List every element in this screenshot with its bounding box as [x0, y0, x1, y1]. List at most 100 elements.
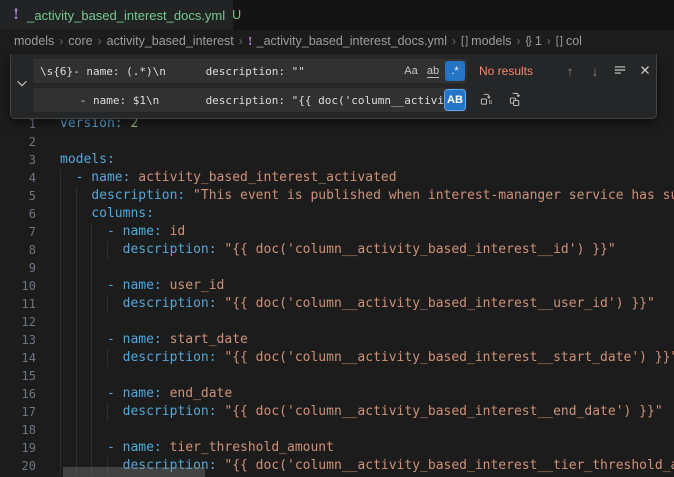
- indent-guide: [91, 295, 92, 313]
- indent-guide: [107, 349, 108, 367]
- indent-guide: [91, 349, 92, 367]
- code-line[interactable]: 4 - name: activity_based_interest_activa…: [0, 169, 674, 187]
- code-line[interactable]: 8 description: "{{ doc('column__activity…: [0, 241, 674, 259]
- code-line[interactable]: 6 columns:: [0, 205, 674, 223]
- code-lines: 1version: 223models:4 - name: activity_b…: [0, 115, 674, 475]
- indent-guide: [76, 331, 77, 349]
- indent-guide: [107, 241, 108, 259]
- toggle-replace-button[interactable]: [11, 59, 33, 112]
- code-text: description: "{{ doc('column__activity_b…: [60, 349, 674, 367]
- regex-button[interactable]: .*: [445, 61, 465, 81]
- indent-guide: [76, 403, 77, 421]
- line-number: 5: [0, 187, 36, 205]
- code-text: - name: activity_based_interest_activate…: [60, 169, 674, 187]
- code-line[interactable]: 19 - name: tier_threshold_amount: [0, 439, 674, 457]
- code-text: [60, 133, 674, 151]
- breadcrumb-item[interactable]: core: [68, 34, 92, 48]
- indent-guide: [91, 313, 92, 331]
- code-line[interactable]: 17 description: "{{ doc('column__activit…: [0, 403, 674, 421]
- match-case-button[interactable]: Aa: [401, 61, 421, 81]
- code-text: [60, 313, 674, 331]
- line-number: 8: [0, 241, 36, 259]
- code-text: - name: id: [60, 223, 674, 241]
- replace-all-button[interactable]: [505, 90, 525, 110]
- indent-guide: [76, 187, 77, 205]
- code-text: [60, 421, 674, 439]
- chevron-right-icon: ›: [59, 34, 63, 48]
- line-number: 19: [0, 439, 36, 457]
- replace-input[interactable]: - name: $1\n description: "{{ doc('colum…: [33, 88, 467, 112]
- indent-guide: [76, 241, 77, 259]
- code-line[interactable]: 5 description: "This event is published …: [0, 187, 674, 205]
- code-line[interactable]: 10 - name: user_id: [0, 277, 674, 295]
- breadcrumb-item[interactable]: [ ]models: [461, 34, 511, 48]
- preserve-case-button[interactable]: AB: [445, 90, 465, 110]
- chevron-right-icon: ›: [516, 34, 520, 48]
- indent-guide: [91, 259, 92, 277]
- indent-guide: [76, 385, 77, 403]
- indent-guide: [60, 259, 61, 277]
- line-number: 20: [0, 457, 36, 475]
- breadcrumb-item[interactable]: activity_based_interest: [107, 34, 234, 48]
- breadcrumb-item[interactable]: [ ]col: [556, 34, 582, 48]
- line-number: 4: [0, 169, 36, 187]
- code-line[interactable]: 7 - name: id: [0, 223, 674, 241]
- code-line[interactable]: 2: [0, 133, 674, 151]
- code-line[interactable]: 15: [0, 367, 674, 385]
- code-line[interactable]: 13 - name: start_date: [0, 331, 674, 349]
- breadcrumb-label: col: [566, 34, 582, 48]
- line-number: 11: [0, 295, 36, 313]
- breadcrumb-label: activity_based_interest: [107, 34, 234, 48]
- code-text: description: "{{ doc('column__activity_b…: [60, 241, 674, 259]
- vscode-window: ! _activity_based_interest_docs.yml U mo…: [0, 0, 674, 477]
- chevron-right-icon: ›: [452, 34, 456, 48]
- indent-guide: [91, 439, 92, 457]
- code-text: - name: tier_threshold_amount: [60, 439, 674, 457]
- tab-bar: ! _activity_based_interest_docs.yml U: [0, 0, 674, 30]
- code-text: [60, 367, 674, 385]
- code-text: description: "{{ doc('column__activity_b…: [60, 295, 674, 313]
- indent-guide: [76, 205, 77, 223]
- indent-guide: [60, 277, 61, 295]
- find-input[interactable]: \s{6}- name: (.*)\n description: "" Aa a…: [33, 59, 467, 83]
- previous-match-button[interactable]: ↑: [560, 61, 580, 81]
- breadcrumb-item[interactable]: models: [14, 34, 54, 48]
- code-line[interactable]: 18: [0, 421, 674, 439]
- line-number: 18: [0, 421, 36, 439]
- indent-guide: [60, 421, 61, 439]
- yaml-exclamation-icon: !: [248, 35, 253, 48]
- indent-guide: [60, 313, 61, 331]
- indent-guide: [91, 367, 92, 385]
- code-line[interactable]: 14 description: "{{ doc('column__activit…: [0, 349, 674, 367]
- indent-guide: [60, 349, 61, 367]
- indent-guide: [60, 205, 61, 223]
- editor[interactable]: 1version: 223models:4 - name: activity_b…: [0, 52, 674, 477]
- chevron-down-icon: [15, 76, 29, 95]
- whole-word-button[interactable]: ab: [423, 61, 443, 81]
- symbol-object-icon: {}: [525, 35, 530, 47]
- tab-active[interactable]: ! _activity_based_interest_docs.yml U: [0, 0, 233, 30]
- find-in-selection-button[interactable]: [610, 61, 630, 81]
- next-match-button[interactable]: ↓: [585, 61, 605, 81]
- code-line[interactable]: 9: [0, 259, 674, 277]
- close-find-button[interactable]: ✕: [635, 61, 655, 81]
- yaml-file-icon: !: [13, 7, 19, 23]
- code-line[interactable]: 12: [0, 313, 674, 331]
- indent-guide: [60, 385, 61, 403]
- indent-guide: [76, 349, 77, 367]
- indent-guide: [91, 385, 92, 403]
- replace-button[interactable]: b: [476, 90, 496, 110]
- tab-title: _activity_based_interest_docs.yml: [27, 8, 225, 23]
- horizontal-scrollbar-thumb[interactable]: [63, 467, 205, 477]
- code-line[interactable]: 16 - name: end_date: [0, 385, 674, 403]
- breadcrumb-item[interactable]: {}1: [525, 34, 541, 48]
- code-line[interactable]: 3models:: [0, 151, 674, 169]
- indent-guide: [76, 439, 77, 457]
- indent-guide: [76, 259, 77, 277]
- indent-guide: [60, 241, 61, 259]
- breadcrumb-item[interactable]: !_activity_based_interest_docs.yml: [248, 34, 447, 48]
- indent-guide: [91, 331, 92, 349]
- indent-guide: [91, 403, 92, 421]
- chevron-right-icon: ›: [98, 34, 102, 48]
- code-line[interactable]: 11 description: "{{ doc('column__activit…: [0, 295, 674, 313]
